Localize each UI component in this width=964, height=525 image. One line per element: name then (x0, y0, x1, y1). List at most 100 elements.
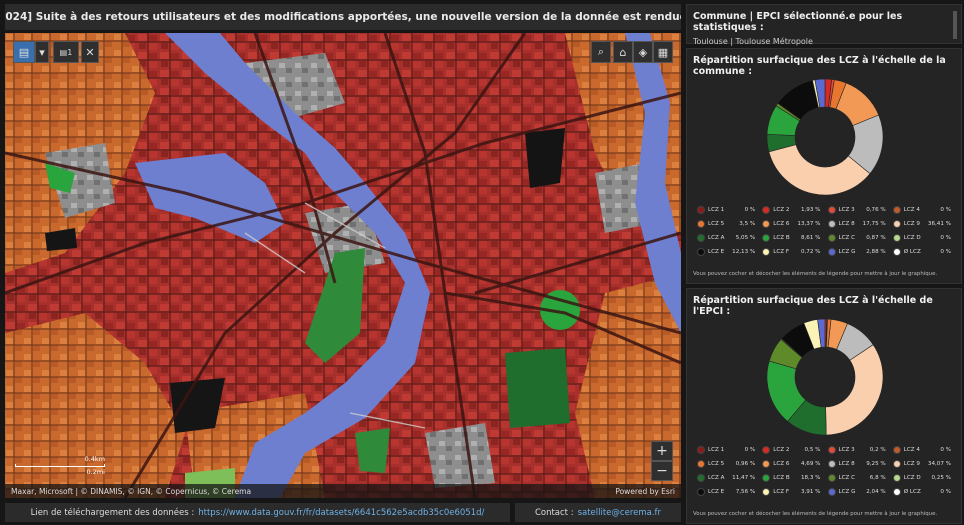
download-link[interactable]: https://www.data.gouv.fr/fr/datasets/664… (198, 508, 484, 518)
legend-value: 7,56 % (735, 489, 756, 495)
legend-label: LCZ F (773, 489, 790, 495)
basemap-gallery-icon[interactable]: ▦ (653, 41, 673, 63)
donut-slice[interactable] (825, 344, 884, 436)
legend-item[interactable]: LCZ 5 0,96 % (697, 460, 759, 468)
legend-value: 0,96 % (735, 461, 756, 467)
legend-item[interactable]: LCZ 9 34,07 % (892, 460, 955, 468)
legend-item[interactable]: LCZ B 18,3 % (762, 474, 824, 482)
legend-item[interactable]: LCZ A 5,05 % (697, 234, 759, 242)
legend-item[interactable]: Ø LCZ 0 % (892, 488, 955, 496)
legend-value: 11,47 % (732, 475, 756, 481)
legend-swatch (827, 206, 836, 214)
legend-item[interactable]: LCZ G 2,04 % (827, 488, 890, 496)
legend-item[interactable]: LCZ 3 0,2 % (827, 446, 890, 454)
legend-item[interactable]: LCZ 3 0,76 % (827, 206, 890, 214)
legend-label: LCZ C (838, 475, 856, 481)
legend-item[interactable]: LCZ 9 36,41 % (892, 220, 955, 228)
legend-swatch (892, 460, 901, 468)
legend-item[interactable]: LCZ E 7,56 % (697, 488, 759, 496)
epci-chart-panel: Répartition surfacique des LCZ à l'échel… (686, 288, 962, 524)
legend-label: LCZ A (708, 235, 725, 241)
map-attribution: Maxar, Microsoft | © DINAMIS, © IGN, © C… (5, 484, 681, 498)
legend-label: LCZ 2 (773, 447, 790, 453)
layer-list-icon[interactable]: ▤ (13, 41, 35, 63)
legend-swatch (827, 220, 836, 228)
legend-item[interactable]: LCZ 8 9,25 % (827, 460, 890, 468)
legend-item[interactable]: LCZ C 0,87 % (827, 234, 890, 242)
legend-item[interactable]: LCZ B 8,61 % (762, 234, 824, 242)
legend-value: 0,76 % (866, 207, 886, 213)
legend-swatch (892, 446, 901, 454)
legend-swatch (762, 474, 771, 482)
legend-value: 17,75 % (862, 221, 886, 227)
legend-item[interactable]: LCZ 1 0 % (697, 446, 759, 454)
zoom-in-button[interactable]: + (651, 441, 673, 461)
legend-value: 3,91 % (800, 489, 821, 495)
selected-commune-epci[interactable]: Toulouse | Toulouse Métropole (693, 37, 955, 46)
legend-swatch (697, 474, 705, 482)
legend-item[interactable]: LCZ 5 3,5 % (697, 220, 759, 228)
legend-value: 0 % (940, 489, 951, 495)
legend-value: 0 % (744, 447, 756, 453)
map-view[interactable]: ▤ ▾ ▤ 1 ✕ ⌕ ⌂ ◈ ▦ + − 0.4km 0.2mi Maxar, … (5, 33, 681, 498)
legend-item[interactable]: LCZ 6 4,69 % (762, 460, 824, 468)
commune-chart-panel: Répartition surfacique des LCZ à l'échel… (686, 48, 962, 284)
zoom-out-button[interactable]: − (651, 461, 673, 481)
legend-item[interactable]: LCZ D 0 % (892, 234, 955, 242)
legend-swatch (697, 234, 705, 242)
legend-swatch (697, 446, 705, 454)
search-icon[interactable]: ⌕ (591, 41, 611, 63)
legend-item[interactable]: LCZ 4 0 % (892, 206, 955, 214)
dashboard: [MAJ 10/12/2024] Suite à des retours uti… (0, 0, 964, 525)
legend-value: 0,87 % (866, 235, 886, 241)
legend-item[interactable]: LCZ F 0,72 % (762, 248, 824, 256)
legend-value: 0 % (940, 207, 951, 213)
layers-icon: ▤ (59, 47, 68, 57)
legend-label: LCZ 4 (903, 207, 920, 213)
legend-value: 0,2 % (869, 447, 886, 453)
legend-item[interactable]: LCZ 2 1,93 % (762, 206, 824, 214)
legend-value: 34,07 % (927, 461, 951, 467)
legend-label: LCZ B (773, 475, 790, 481)
legend-swatch (827, 474, 836, 482)
legend-swatch (697, 220, 705, 228)
legend-item[interactable]: LCZ E 12,13 % (697, 248, 759, 256)
legend-value: 36,41 % (927, 221, 951, 227)
legend-swatch (762, 446, 771, 454)
contact-bar: Contact : satellite@cerema.fr (515, 503, 681, 522)
legend-swatch (762, 234, 771, 242)
legend-item[interactable]: LCZ 8 17,75 % (827, 220, 890, 228)
scrollbar[interactable] (953, 11, 957, 39)
legend-item[interactable]: LCZ 4 0 % (892, 446, 955, 454)
legend-label: LCZ 3 (838, 447, 855, 453)
legend-value: 2,04 % (866, 489, 886, 495)
chevron-down-icon[interactable]: ▾ (35, 41, 49, 63)
legend-item[interactable]: LCZ D 0,25 % (892, 474, 955, 482)
contact-email-link[interactable]: satellite@cerema.fr (578, 508, 661, 518)
close-icon[interactable]: ✕ (81, 41, 99, 63)
legend-value: 8,61 % (800, 235, 821, 241)
legend-item[interactable]: Ø LCZ 0 % (892, 248, 955, 256)
legend-swatch (762, 220, 771, 228)
legend-label: LCZ F (773, 249, 790, 255)
layers-icon[interactable]: ◈ (633, 41, 653, 63)
scale-bar: 0.4km 0.2mi (15, 455, 105, 476)
legend-item[interactable]: LCZ G 2,88 % (827, 248, 890, 256)
legend-value: 0,25 % (931, 475, 951, 481)
legend-item[interactable]: LCZ A 11,47 % (697, 474, 759, 482)
legend-item[interactable]: LCZ 6 13,37 % (762, 220, 824, 228)
legend-item[interactable]: LCZ 1 0 % (697, 206, 759, 214)
home-icon[interactable]: ⌂ (613, 41, 633, 63)
legend-swatch (697, 488, 705, 496)
commune-legend: LCZ 10 % LCZ 2 1,93 % LCZ 3 0,76 % LCZ 40 % LC… (697, 206, 955, 256)
legend-item[interactable]: LCZ F 3,91 % (762, 488, 824, 496)
legend-value: 18,3 % (800, 475, 821, 481)
legend-item[interactable]: LCZ C 6,8 % (827, 474, 890, 482)
update-banner: [MAJ 10/12/2024] Suite à des retours uti… (5, 4, 681, 30)
legend-label: Ø LCZ (903, 249, 921, 255)
legend-label: LCZ E (708, 489, 725, 495)
selection-count-button[interactable]: ▤ 1 (53, 41, 79, 63)
legend-swatch (762, 206, 771, 214)
legend-label: Ø LCZ (903, 489, 921, 495)
legend-item[interactable]: LCZ 2 0,5 % (762, 446, 824, 454)
